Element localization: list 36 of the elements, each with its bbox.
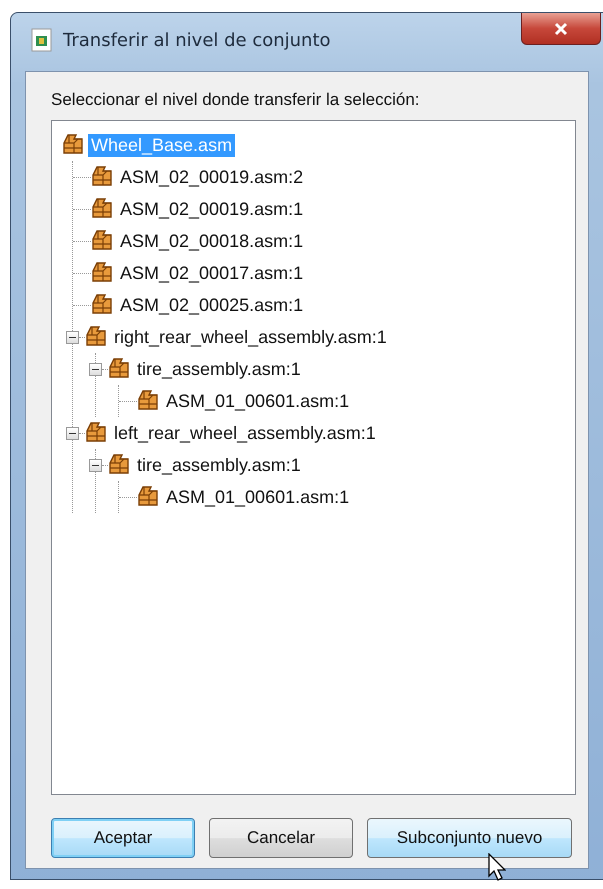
tree-item[interactable]: tire_assembly.asm:1 — [134, 358, 304, 380]
assembly-icon — [108, 454, 130, 476]
assembly-icon — [108, 358, 130, 380]
assembly-icon — [91, 262, 113, 284]
close-icon — [553, 20, 569, 36]
tree-item[interactable]: tire_assembly.asm:1 — [134, 454, 304, 476]
tree-item[interactable]: ASM_02_00019.asm:2 — [117, 166, 306, 188]
app-icon — [31, 28, 53, 52]
assembly-icon — [85, 326, 107, 348]
collapse-toggle[interactable] — [66, 330, 79, 344]
window-title: Transferir al nivel de conjunto — [63, 30, 331, 50]
assembly-icon — [91, 294, 113, 316]
assembly-icon — [137, 486, 159, 508]
tree-item[interactable]: ASM_02_00025.asm:1 — [117, 294, 306, 316]
tree-item[interactable]: ASM_02_00018.asm:1 — [117, 230, 306, 252]
collapse-toggle[interactable] — [66, 426, 79, 440]
collapse-toggle[interactable] — [89, 362, 102, 376]
assembly-icon — [91, 198, 113, 220]
assembly-icon — [137, 390, 159, 412]
tree-item[interactable]: ASM_01_00601.asm:1 — [163, 486, 352, 508]
tree-item[interactable]: ASM_01_00601.asm:1 — [163, 390, 352, 412]
dialog-button[interactable]: Subconjunto nuevo — [367, 818, 572, 858]
dialog-button[interactable]: Cancelar — [209, 818, 353, 858]
dialog-button[interactable]: Aceptar — [51, 818, 195, 858]
tree-item[interactable]: left_rear_wheel_assembly.asm:1 — [111, 422, 379, 444]
collapse-toggle[interactable] — [89, 458, 102, 472]
tree-item[interactable]: ASM_02_00019.asm:1 — [117, 198, 306, 220]
tree-item[interactable]: ASM_02_00017.asm:1 — [117, 262, 306, 284]
cursor-icon — [488, 853, 506, 881]
assembly-icon — [62, 134, 84, 156]
tree-item[interactable]: right_rear_wheel_assembly.asm:1 — [111, 326, 390, 348]
prompt-label: Seleccionar el nivel donde transferir la selección: — [51, 90, 421, 110]
assembly-icon — [91, 166, 113, 188]
close-button[interactable] — [521, 13, 601, 45]
assembly-icon — [85, 422, 107, 444]
assembly-icon — [91, 230, 113, 252]
